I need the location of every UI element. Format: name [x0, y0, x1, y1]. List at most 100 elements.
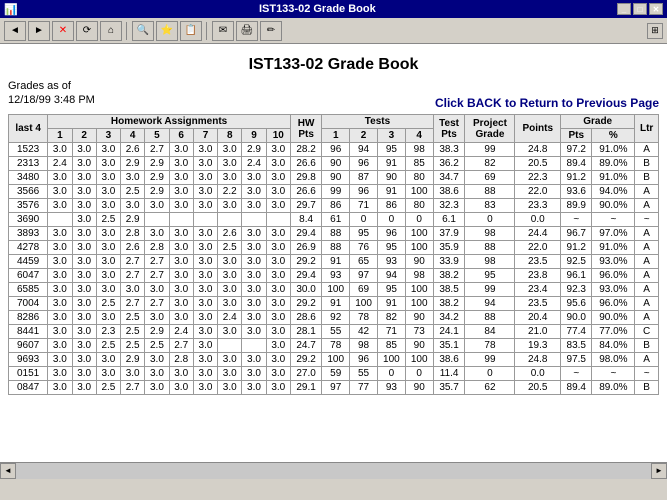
hw-val-3: 3.0 [96, 269, 120, 283]
project-grade-val: 88 [465, 185, 515, 199]
hw-val-7 [193, 213, 217, 227]
scroll-right-button[interactable]: ► [651, 463, 667, 479]
hw-val-1: 3.0 [48, 325, 72, 339]
table-row: 01513.03.03.03.03.03.03.03.03.03.027.059… [9, 367, 659, 381]
test-val-2: 96 [350, 185, 378, 199]
hw-val-10: 3.0 [266, 311, 290, 325]
project-grade-val: 84 [465, 325, 515, 339]
project-points-val: 22.0 [515, 241, 561, 255]
grade-ltr-val: A [635, 269, 659, 283]
project-grade-val: 88 [465, 311, 515, 325]
project-points-val: 22.0 [515, 185, 561, 199]
content-area: IST133-02 Grade Book Grades as of 12/18/… [0, 44, 667, 462]
grade-pts-val: 95.6 [561, 297, 592, 311]
test-val-1: 91 [322, 255, 350, 269]
project-grade-val: 88 [465, 241, 515, 255]
scroll-track[interactable] [16, 463, 651, 479]
print-button[interactable]: 🖨 [236, 21, 258, 41]
hw-val-3: 2.5 [96, 297, 120, 311]
test-pts-val: 24.1 [433, 325, 465, 339]
test-val-3: 93 [377, 381, 405, 395]
test-pts-val: 32.3 [433, 199, 465, 213]
table-row: 84413.03.02.32.52.92.43.03.03.03.028.155… [9, 325, 659, 339]
test-2: 2 [350, 129, 378, 143]
test-pts-val: 38.5 [433, 283, 465, 297]
scroll-left-button[interactable]: ◄ [0, 463, 16, 479]
grade-pct-val: 89.0% [592, 157, 635, 171]
test-pts-val: 33.9 [433, 255, 465, 269]
hw-val-9: 3.0 [242, 199, 266, 213]
hw-val-5: 2.9 [145, 185, 169, 199]
mail-button[interactable]: ✉ [212, 21, 234, 41]
title-bar-buttons[interactable]: _ □ ✕ [617, 3, 663, 15]
test-val-2: 98 [350, 339, 378, 353]
student-id: 6585 [9, 283, 48, 297]
stop-button[interactable]: ✕ [52, 21, 74, 41]
grade-pts-val: 89.4 [561, 381, 592, 395]
hw-val-4: 2.9 [121, 353, 145, 367]
test-1: 1 [322, 129, 350, 143]
hw-val-4: 2.9 [121, 213, 145, 227]
test-val-4: 90 [405, 381, 433, 395]
grade-table: last 4 Homework Assignments HWPts Tests … [8, 114, 659, 395]
hw-val-5: 2.7 [145, 255, 169, 269]
hw-val-6: 3.0 [169, 157, 193, 171]
hw-val-3: 3.0 [96, 311, 120, 325]
edit-button[interactable]: ✏ [260, 21, 282, 41]
hw-val-4: 2.8 [121, 227, 145, 241]
back-button[interactable]: ◄ [4, 21, 26, 41]
hw-val-6: 3.0 [169, 171, 193, 185]
test-val-1: 90 [322, 171, 350, 185]
test-val-4: 98 [405, 269, 433, 283]
hw-1: 1 [48, 129, 72, 143]
project-grade-val: 98 [465, 255, 515, 269]
test-pts-val: 11.4 [433, 367, 465, 381]
student-id: 3480 [9, 171, 48, 185]
refresh-button[interactable]: ⟳ [76, 21, 98, 41]
hw-val-8: 3.0 [218, 381, 242, 395]
back-link[interactable]: Click BACK to Return to Previous Page [435, 94, 659, 114]
hw-val-1: 3.0 [48, 241, 72, 255]
project-grade-val: 0 [465, 213, 515, 227]
test-val-3: 93 [377, 255, 405, 269]
hw-val-8: 2.6 [218, 227, 242, 241]
test-val-1: 59 [322, 367, 350, 381]
hw-val-7: 3.0 [193, 241, 217, 255]
hw-val-7: 3.0 [193, 311, 217, 325]
hw-pts-val: 29.2 [290, 353, 321, 367]
student-id: 6047 [9, 269, 48, 283]
search-button[interactable]: 🔍 [132, 21, 154, 41]
project-grade-val: 69 [465, 171, 515, 185]
horizontal-scrollbar[interactable]: ◄ ► [0, 462, 667, 478]
test-val-1: 97 [322, 381, 350, 395]
hw-val-6: 3.0 [169, 241, 193, 255]
test-pts-val: 34.7 [433, 171, 465, 185]
hw-pts-val: 28.1 [290, 325, 321, 339]
project-grade-val: 99 [465, 353, 515, 367]
hw-val-4: 3.0 [121, 199, 145, 213]
grade-ltr-val: A [635, 353, 659, 367]
test-val-1: 99 [322, 185, 350, 199]
hw-val-4: 2.5 [121, 339, 145, 353]
close-button[interactable]: ✕ [649, 3, 663, 15]
test-val-2: 95 [350, 227, 378, 241]
hw-val-9: 3.0 [242, 227, 266, 241]
hw-2: 2 [72, 129, 96, 143]
hw-val-6: 3.0 [169, 283, 193, 297]
hw-val-10: 3.0 [266, 171, 290, 185]
windows-icon: ⊞ [647, 23, 663, 39]
home-button[interactable]: ⌂ [100, 21, 122, 41]
hw-val-3: 2.5 [96, 213, 120, 227]
minimize-button[interactable]: _ [617, 3, 631, 15]
history-button[interactable]: 📋 [180, 21, 202, 41]
forward-button[interactable]: ► [28, 21, 50, 41]
hw-pts-val: 26.6 [290, 185, 321, 199]
maximize-button[interactable]: □ [633, 3, 647, 15]
hw-val-2: 3.0 [72, 241, 96, 255]
hw-val-3: 3.0 [96, 241, 120, 255]
hw-val-10: 3.0 [266, 325, 290, 339]
hw-val-10: 3.0 [266, 269, 290, 283]
favorites-button[interactable]: ⭐ [156, 21, 178, 41]
hw-val-2: 3.0 [72, 311, 96, 325]
test-val-4: 85 [405, 157, 433, 171]
